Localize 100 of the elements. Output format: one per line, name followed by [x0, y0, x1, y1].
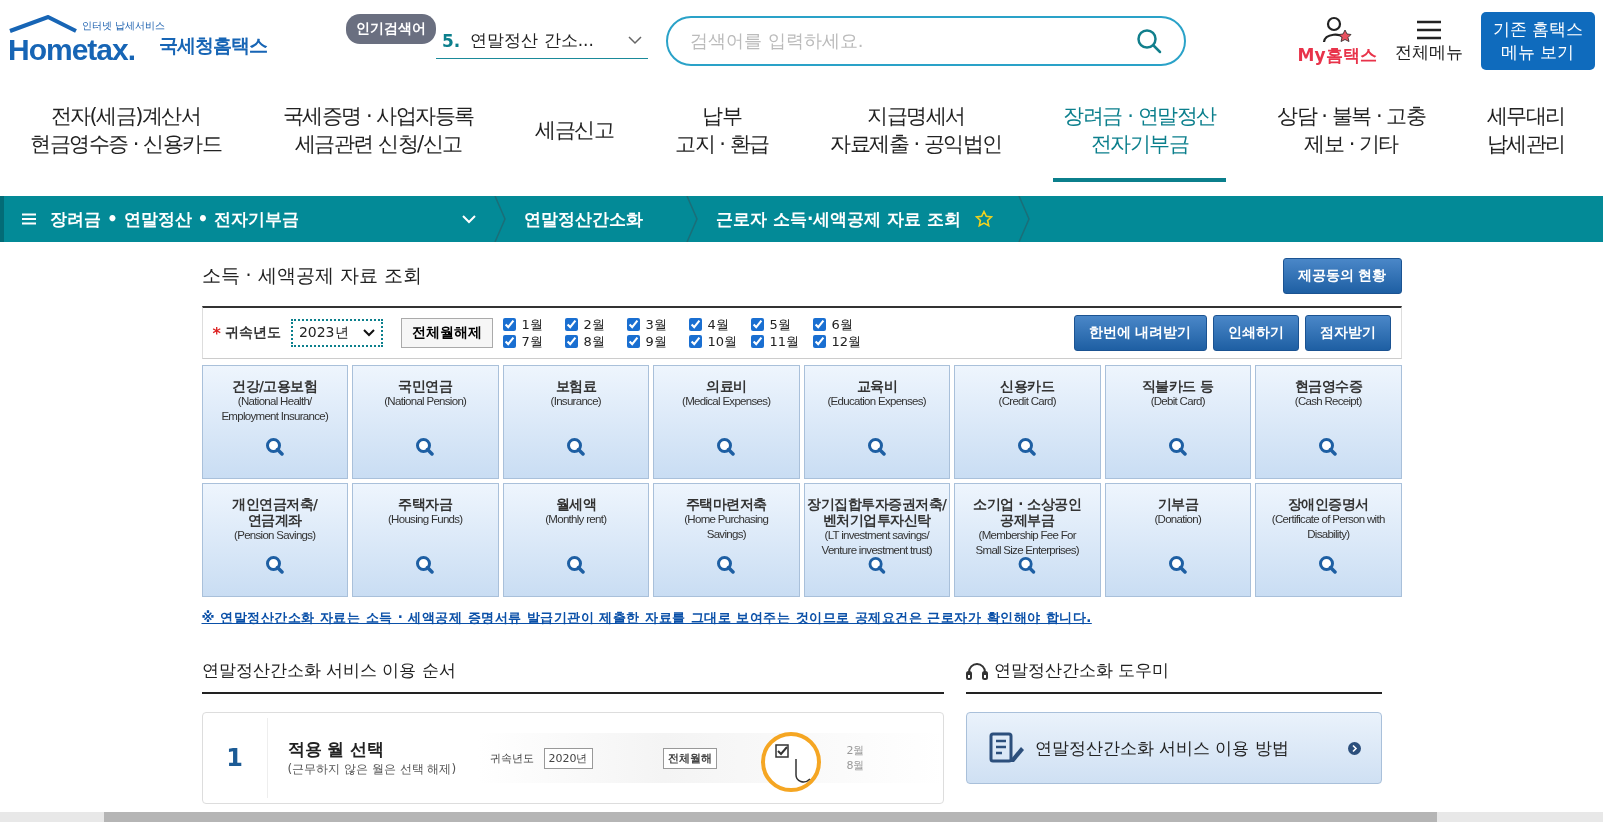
helper-link[interactable]: 연말정산간소화 서비스 이용 방법: [965, 712, 1382, 784]
month-checkbox[interactable]: [626, 335, 640, 348]
category-tile[interactable]: 주택자금 (Housing Funds): [352, 483, 499, 597]
month-label: 3월: [645, 315, 667, 334]
month-checkbox[interactable]: [812, 335, 826, 348]
notice-link[interactable]: ※ 연말정산간소화 자료는 소득 · 세액공제 증명서류 발급기관이 제출한 자료를 그대로 보여주는 것이므로 공제요건은 근로자가 확인해야 합니다.: [201, 609, 1402, 627]
chevron-down-icon: [362, 329, 375, 337]
month-checkbox[interactable]: [564, 318, 578, 331]
nav-menu-item[interactable]: 장려금 · 연말정산 전자기부금: [1053, 82, 1226, 182]
category-tile[interactable]: 장기집합투자증권저축/ 벤처기업투자신탁 (LT investment savings/ Venture investment trust): [803, 483, 950, 597]
month-checkbox[interactable]: [750, 335, 764, 348]
action-button[interactable]: 인쇄하기: [1212, 315, 1299, 351]
user-star-icon[interactable]: [1322, 15, 1353, 44]
category-tile[interactable]: 소기업 · 소상공인 공제부금 (Membership Fee For Small Size Enterprises): [954, 483, 1101, 597]
breadcrumb-separator-icon: [1018, 196, 1030, 242]
star-icon[interactable]: [975, 210, 994, 228]
category-subtitle: (Insurance): [550, 394, 601, 409]
section-title: 연말정산간소화 서비스 이용 순서: [201, 659, 456, 682]
category-tile[interactable]: 신용카드 (Credit Card): [954, 365, 1101, 479]
category-subtitle: (Cash Receipt): [1294, 394, 1362, 409]
category-title: 개인연금저축/: [232, 496, 318, 513]
month-checkbox[interactable]: [626, 318, 640, 331]
category-tile[interactable]: 개인연금저축/ 연금계좌 (Pension Savings): [201, 483, 348, 597]
scrollbar-thumb[interactable]: [104, 812, 1437, 822]
month-label: 6월: [831, 315, 853, 334]
search-icon: [717, 438, 736, 456]
category-tile[interactable]: 장애인증명서 (Certificate of Person with Disability): [1255, 483, 1402, 597]
month-label: 4월: [707, 315, 729, 334]
category-title: 직불카드 등: [1141, 378, 1214, 395]
breadcrumb-item[interactable]: 장려금 • 연말정산 • 전자기부금: [4, 196, 494, 242]
clear-months-button[interactable]: 전체월해제: [400, 318, 493, 348]
category-tile[interactable]: 직불카드 등 (Debit Card): [1104, 365, 1251, 479]
all-menu-label[interactable]: 전체메뉴: [1394, 40, 1463, 64]
category-tile[interactable]: 현금영수증 (Cash Receipt): [1255, 365, 1402, 479]
category-tile[interactable]: 주택마련저축 (Home Purchasing Savings): [653, 483, 800, 597]
nav-menu-item[interactable]: 납부 고지 · 환급: [665, 82, 779, 182]
old-menu-button[interactable]: 기존 홈택스 메뉴 보기: [1480, 12, 1595, 70]
logo-name[interactable]: 국세청홈택스: [159, 33, 268, 59]
nav-menu-item[interactable]: 국세증명 · 사업자등록 세금관련 신청/신고: [272, 82, 484, 182]
menu-icon[interactable]: [1415, 18, 1442, 41]
sample-month-label: 8월: [846, 758, 865, 773]
breadcrumb-item[interactable]: 근로자 소득·세액공제 자료 조회: [698, 196, 1018, 242]
year-label: 귀속년도: [224, 324, 281, 342]
consent-status-button[interactable]: 제공동의 현황: [1282, 258, 1402, 294]
category-title: 공제부금: [1000, 512, 1055, 529]
search-icon: [265, 556, 284, 574]
month-checkbox[interactable]: [502, 335, 516, 348]
search-icon: [1018, 557, 1037, 574]
category-tile[interactable]: 건강/고용보험 (National Health/ Employment Insurance): [201, 365, 348, 479]
search-icon: [1319, 556, 1338, 574]
breadcrumb-separator-icon: [686, 196, 698, 242]
horizontal-scrollbar[interactable]: [0, 812, 1603, 822]
month-label: 8월: [583, 332, 605, 351]
category-title: 신용카드: [1000, 378, 1055, 395]
search-icon[interactable]: [1136, 28, 1162, 54]
search-icon: [867, 438, 886, 456]
category-title: 주택마련저축: [685, 496, 767, 513]
sample-month-label: 2월: [846, 743, 865, 758]
month-label: 5월: [769, 315, 791, 334]
category-subtitle: Savings): [706, 526, 746, 541]
breadcrumb-label[interactable]: 장려금 • 연말정산 • 전자기부금: [50, 207, 448, 231]
nav-menu-item[interactable]: 지급명세서 자료제출 · 공익법인: [820, 82, 1012, 182]
category-subtitle: (National Health/: [237, 394, 312, 409]
chevron-down-icon[interactable]: [462, 214, 476, 224]
category-tile[interactable]: 의료비 (Medical Expenses): [653, 365, 800, 479]
category-tile[interactable]: 월세액 (Monthly rent): [502, 483, 649, 597]
month-checkbox[interactable]: [688, 318, 702, 331]
nav-menu-item[interactable]: 세무대리 납세관리: [1476, 82, 1575, 182]
category-tile[interactable]: 국민연금 (National Pension): [352, 365, 499, 479]
category-subtitle: (Housing Funds): [388, 512, 463, 527]
search-icon: [867, 557, 886, 574]
category-tile[interactable]: 교육비 (Education Expenses): [803, 365, 950, 479]
month-checkbox[interactable]: [812, 318, 826, 331]
month-checkbox[interactable]: [688, 335, 702, 348]
category-title: 의료비: [706, 378, 747, 395]
required-mark: *: [212, 323, 221, 343]
category-tile[interactable]: 기부금 (Donation): [1104, 483, 1251, 597]
popular-search-select[interactable]: 5. 연말정산 간소...: [436, 23, 648, 59]
breadcrumb-label[interactable]: 근로자 소득·세액공제 자료 조회: [716, 207, 962, 231]
month-label: 2월: [583, 315, 605, 334]
breadcrumb-label[interactable]: 연말정산간소화: [524, 207, 643, 231]
logo-wordmark[interactable]: Hometax.: [8, 33, 156, 67]
action-button[interactable]: 한번에 내려받기: [1073, 315, 1207, 351]
year-select[interactable]: 2023년: [290, 319, 383, 347]
action-button[interactable]: 점자받기: [1304, 315, 1391, 351]
month-label: 7월: [521, 332, 543, 351]
nav-menu-item[interactable]: 전자(세금)계산서 현금영수증 · 신용카드: [20, 82, 232, 182]
logo-tagline: 인터넷 납세서비스: [82, 19, 166, 33]
month-checkbox[interactable]: [564, 335, 578, 348]
month-label: 10월: [707, 332, 738, 351]
category-title: 건강/고용보험: [232, 378, 318, 395]
nav-menu-item[interactable]: 세금신고: [525, 82, 624, 182]
search-icon: [1319, 438, 1338, 456]
house-roof-icon: [8, 15, 78, 33]
breadcrumb-item[interactable]: 연말정산간소화: [506, 196, 686, 242]
month-checkbox[interactable]: [750, 318, 764, 331]
category-tile[interactable]: 보험료 (Insurance): [502, 365, 649, 479]
my-hometax-label[interactable]: My홈택스: [1297, 43, 1377, 67]
nav-menu-item[interactable]: 상담 · 불복 · 고충 제보 · 기타: [1267, 82, 1436, 182]
month-checkbox[interactable]: [502, 318, 516, 331]
